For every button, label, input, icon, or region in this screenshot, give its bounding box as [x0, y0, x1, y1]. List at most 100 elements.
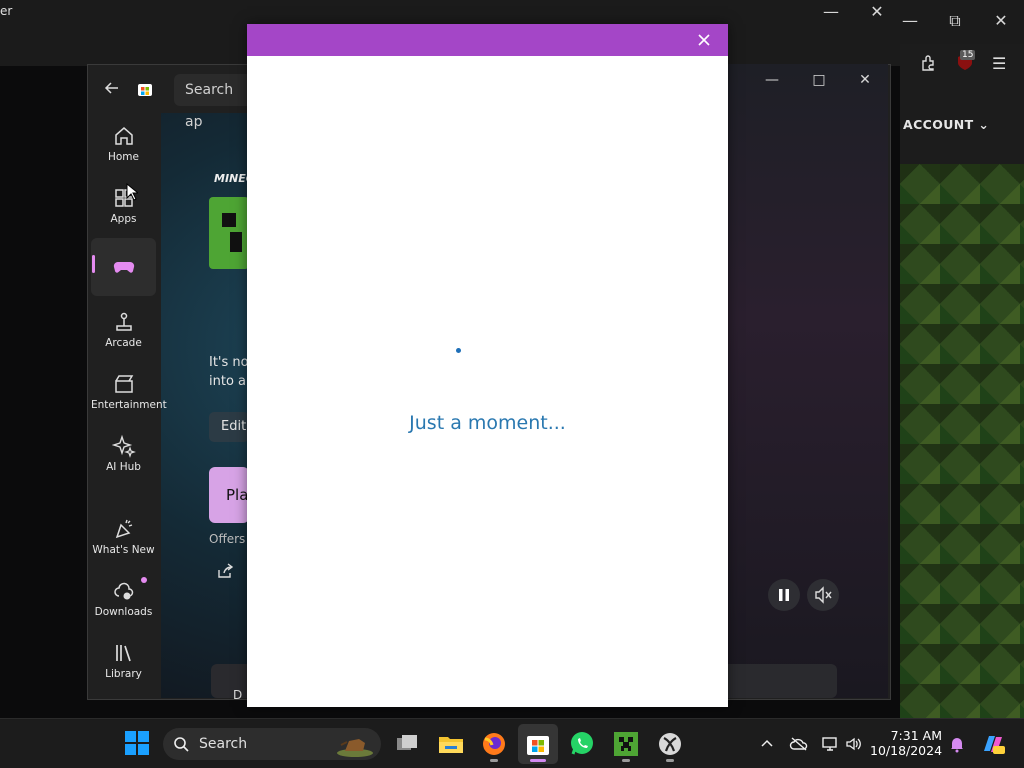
firefox-button[interactable]: [479, 729, 509, 759]
minimize-icon[interactable]: —: [758, 68, 786, 92]
product-description: It's no into a: [209, 353, 249, 391]
modal-title-bar: [247, 24, 728, 56]
whats-new-icon: [115, 519, 132, 539]
search-highlight-illustration: [333, 731, 375, 757]
file-explorer-button[interactable]: [436, 729, 466, 759]
account-menu[interactable]: ACCOUNT ⌄: [903, 117, 989, 132]
pause-button[interactable]: [768, 579, 800, 611]
close-icon[interactable]: ✕: [987, 9, 1015, 33]
volume-icon[interactable]: [845, 735, 863, 753]
microsoft-store-icon: [527, 736, 549, 755]
offers-text: Offers: [209, 532, 246, 546]
start-button[interactable]: [123, 729, 153, 759]
arcade-icon: [115, 312, 132, 331]
nav-ai-hub[interactable]: AI Hub: [91, 430, 156, 486]
clock-time: 7:31 AM: [890, 728, 942, 743]
minecraft-running-indicator: [622, 759, 630, 762]
background-window-title: er: [0, 4, 13, 18]
mute-icon: [815, 586, 832, 604]
menu-icon[interactable]: ☰: [992, 54, 1006, 73]
minecraft-icon: [614, 732, 638, 756]
back-arrow-icon[interactable]: [104, 80, 120, 96]
edit-button[interactable]: Edit: [209, 412, 249, 442]
description-line-2: into a: [209, 374, 247, 389]
loading-message: Just a moment...: [409, 412, 566, 434]
notification-bell-icon[interactable]: [948, 735, 966, 753]
minimize-icon[interactable]: —: [817, 0, 845, 24]
nav-selected-indicator: [92, 255, 95, 273]
nav-whats-new-label: What's New: [92, 544, 155, 556]
loading-spinner-icon: [456, 348, 461, 353]
onedrive-offline-icon[interactable]: [789, 735, 808, 753]
nav-gaming[interactable]: [91, 238, 156, 296]
minecraft-background-art: [900, 164, 1024, 718]
play-button[interactable]: Pla: [209, 467, 249, 523]
nav-arcade[interactable]: Arcade: [91, 306, 156, 362]
nav-downloads-label: Downloads: [94, 606, 153, 618]
pause-icon: [779, 589, 789, 601]
bottom-card-text: D: [233, 688, 243, 702]
store-active-indicator: [530, 759, 546, 762]
creeper-face-mouth: [230, 232, 242, 252]
extensions-icon[interactable]: [920, 54, 938, 76]
task-view-button[interactable]: [392, 729, 422, 759]
nav-entertainment[interactable]: Entertainment: [91, 368, 167, 424]
nav-apps[interactable]: Apps: [91, 182, 156, 238]
mouse-cursor-icon: [126, 182, 140, 201]
firefox-running-indicator: [490, 759, 498, 762]
nav-ai-hub-label: AI Hub: [106, 461, 141, 473]
home-icon: [114, 127, 133, 145]
nav-downloads[interactable]: Downloads: [91, 575, 156, 631]
xbox-running-indicator: [666, 759, 674, 762]
extension-badge-count: 15: [960, 50, 976, 60]
maximize-icon[interactable]: □: [805, 68, 833, 92]
close-icon[interactable]: ✕: [851, 68, 879, 92]
store-search-input[interactable]: Search ap: [174, 74, 254, 130]
nav-home[interactable]: Home: [91, 120, 156, 176]
clock-date: 10/18/2024: [870, 743, 943, 758]
library-icon: [115, 645, 131, 662]
close-icon[interactable]: ✕: [863, 0, 891, 24]
mute-button[interactable]: [807, 579, 839, 611]
taskbar-search-label: Search: [199, 736, 248, 752]
whatsapp-button[interactable]: [567, 729, 597, 759]
description-line-1: It's no: [209, 355, 249, 370]
microsoft-store-button[interactable]: [523, 729, 553, 759]
downloads-icon: [113, 582, 133, 600]
nav-library-label: Library: [105, 668, 142, 680]
nav-apps-label: Apps: [110, 213, 137, 225]
nav-entertainment-label: Entertainment: [91, 399, 167, 411]
creeper-face-eye: [222, 213, 236, 227]
account-label: ACCOUNT: [903, 117, 974, 132]
copilot-icon[interactable]: [980, 731, 1006, 757]
restore-icon[interactable]: ⧉: [941, 9, 969, 33]
system-clock[interactable]: 7:31 AM 10/18/2024: [870, 728, 942, 758]
modal-close-button[interactable]: [694, 30, 714, 50]
firefox-icon: [483, 733, 505, 755]
whatsapp-icon: [571, 732, 593, 755]
nav-library[interactable]: Library: [91, 637, 156, 693]
network-icon[interactable]: [821, 735, 839, 753]
gaming-icon: [113, 261, 134, 273]
nav-arcade-label: Arcade: [105, 337, 142, 349]
minecraft-app-icon: [209, 197, 249, 269]
search-icon: [173, 736, 189, 752]
store-logo-icon: [137, 81, 153, 97]
close-icon: [698, 34, 710, 46]
task-view-icon: [397, 735, 417, 750]
xbox-button[interactable]: [655, 729, 685, 759]
downloads-notification-dot: [141, 577, 147, 583]
minimize-icon[interactable]: —: [896, 9, 924, 33]
nav-whats-new[interactable]: What's New: [91, 513, 156, 569]
start-icon: [125, 731, 149, 755]
share-icon[interactable]: [216, 562, 234, 580]
chevron-up-icon[interactable]: [758, 735, 776, 753]
sign-in-modal: Just a moment...: [247, 24, 728, 707]
ai-hub-icon: [111, 434, 136, 458]
minecraft-button[interactable]: [611, 729, 641, 759]
entertainment-icon: [114, 375, 133, 393]
xbox-icon: [659, 733, 681, 755]
file-explorer-icon: [439, 737, 463, 753]
nav-home-label: Home: [107, 151, 139, 163]
chevron-down-icon: ⌄: [978, 117, 990, 132]
